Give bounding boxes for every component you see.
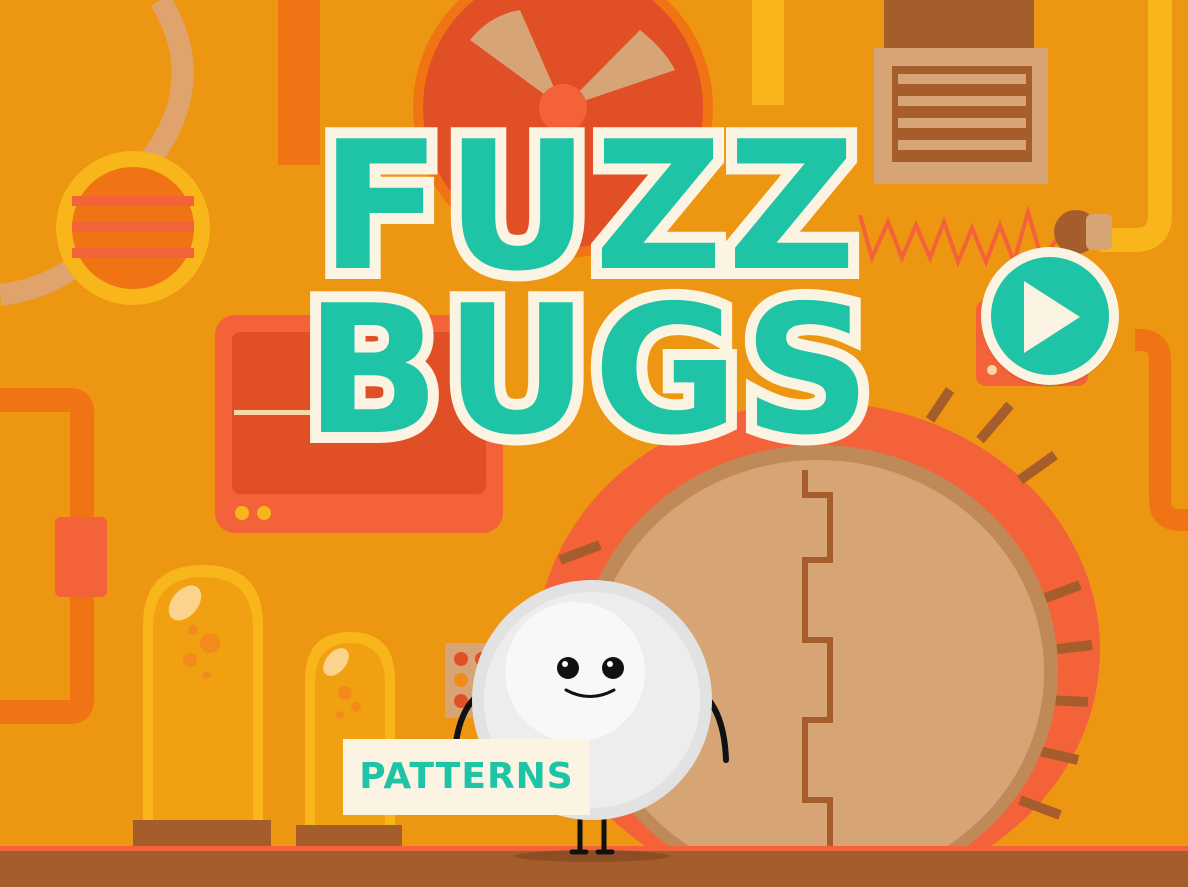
play-button-face[interactable] [991,257,1109,375]
play-button[interactable] [981,247,1119,385]
game-screen: FUZZ BUGS PATTERNS [0,0,1188,887]
mode-label: PATTERNS [359,756,574,797]
mode-sign: PATTERNS [343,739,590,815]
play-icon[interactable] [1024,281,1080,353]
glass-tube-left [133,565,271,850]
game-title-line2: BUGS [294,267,883,474]
vent-grille [874,48,1048,184]
pipe-valve [55,517,107,597]
porthole [56,151,210,305]
